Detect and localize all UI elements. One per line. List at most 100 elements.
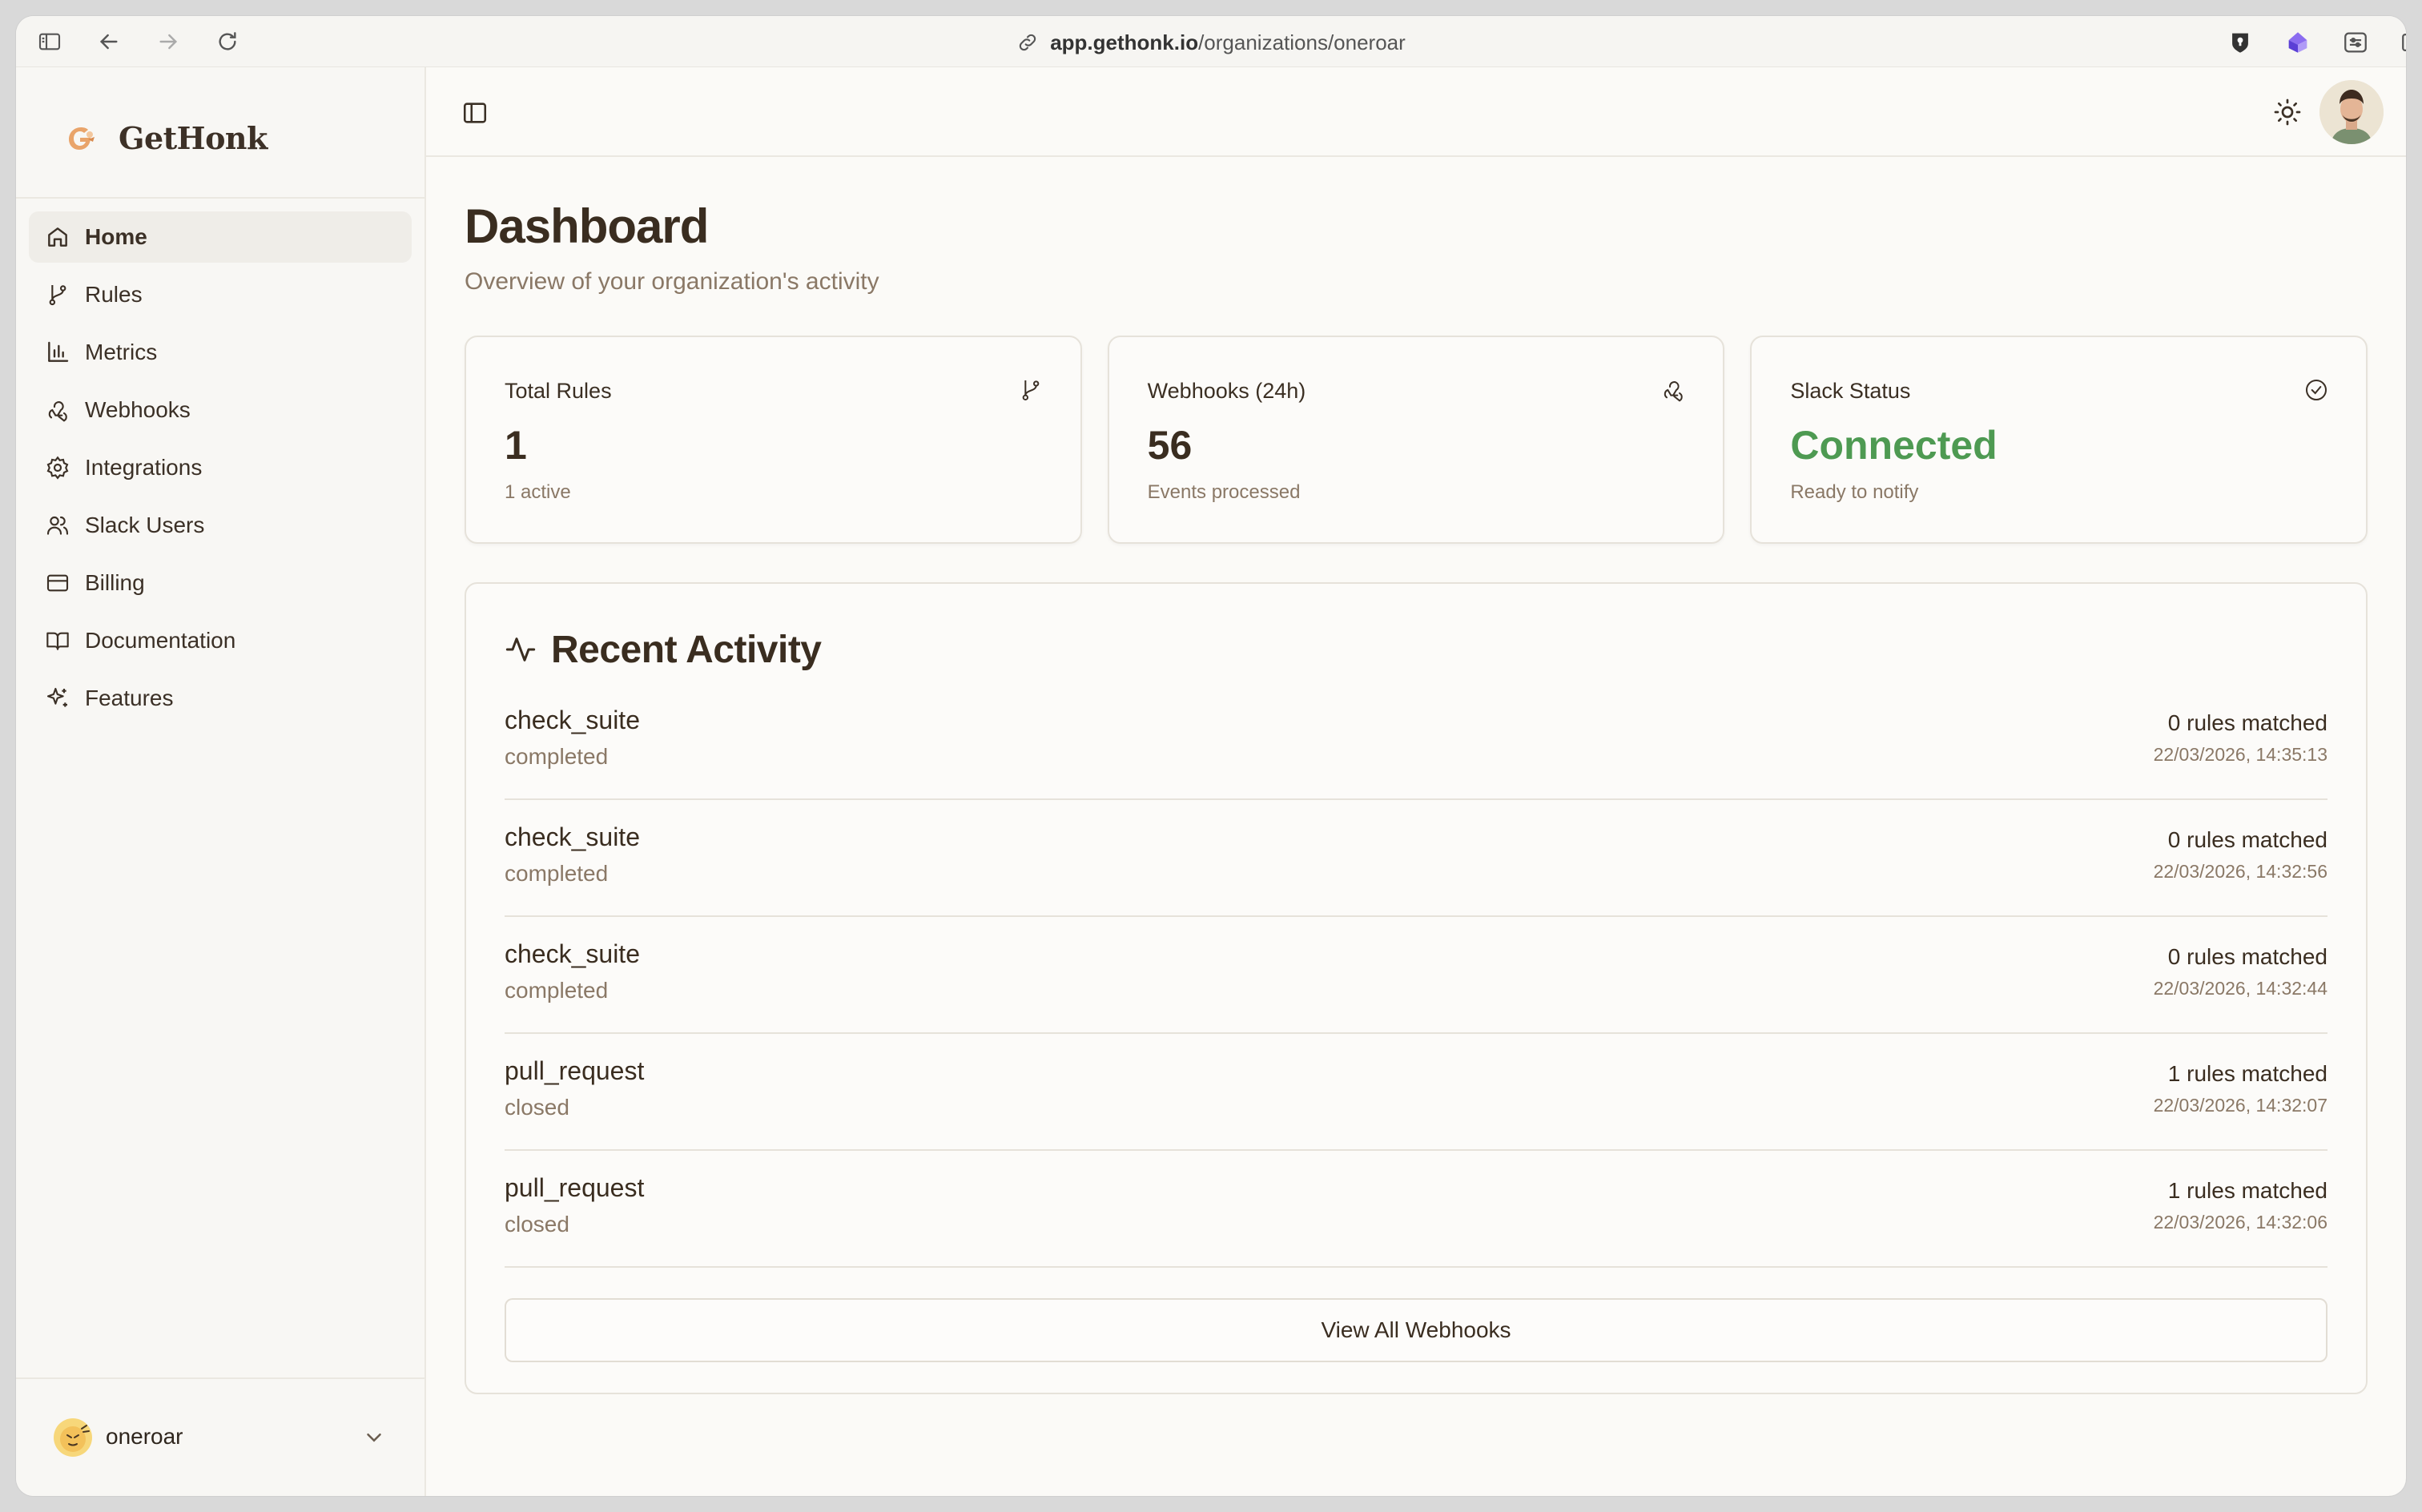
sidebar-item-documentation[interactable]: Documentation <box>29 615 412 666</box>
view-all-webhooks-button[interactable]: View All Webhooks <box>505 1298 2327 1362</box>
slack-status-value: Connected <box>1790 423 1998 468</box>
event-timestamp: 22/03/2026, 14:35:13 <box>2153 744 2327 765</box>
link-icon <box>1016 31 1039 59</box>
sidebar-item-label: Metrics <box>85 340 158 364</box>
sidebar: GetHonk Home Rules Metrics Webhooks Inte… <box>16 67 426 1496</box>
chevron-down-icon[interactable] <box>362 1426 386 1450</box>
gethonk-logo-icon <box>61 119 99 157</box>
sparkles-icon <box>45 686 70 711</box>
extension-icon[interactable] <box>2284 29 2311 56</box>
event-action: completed <box>505 978 609 1003</box>
stat-card-total-rules: Total Rules 1 1 active <box>465 336 1082 544</box>
sidebar-item-label: Home <box>85 224 147 249</box>
stat-card-slack-status: Slack Status Connected Ready to notify <box>1750 336 2368 544</box>
browser-toolbar: app.gethonk.io/organizations/oneroar <box>16 16 2406 67</box>
sidebar-item-metrics[interactable]: Metrics <box>29 327 412 378</box>
book-icon <box>45 628 70 653</box>
git-branch-icon <box>45 282 70 308</box>
sidebar-item-label: Slack Users <box>85 513 205 537</box>
webhook-icon <box>1660 377 1686 403</box>
url-path: /organizations/oneroar <box>1198 30 1406 54</box>
event-name: check_suite <box>505 939 640 968</box>
recent-activity-header: Recent Activity <box>505 616 2327 683</box>
event-action: completed <box>505 744 609 769</box>
event-timestamp: 22/03/2026, 14:32:06 <box>2153 1212 2327 1233</box>
sidebar-item-label: Documentation <box>85 628 236 653</box>
gear-icon <box>45 455 70 481</box>
event-timestamp: 22/03/2026, 14:32:56 <box>2153 861 2327 882</box>
recent-activity-title: Recent Activity <box>551 628 822 671</box>
sidebar-item-rules[interactable]: Rules <box>29 269 412 320</box>
event-name: pull_request <box>505 1056 645 1085</box>
stat-value: 56 <box>1147 423 1193 468</box>
stat-subtext: Events processed <box>1147 481 1301 503</box>
dashboard-content: Dashboard Overview of your organization'… <box>465 157 2368 1394</box>
org-avatar-icon <box>53 1418 93 1458</box>
stat-label: Total Rules <box>505 379 612 403</box>
url-host: app.gethonk.io <box>1050 30 1199 54</box>
top-bar <box>426 67 2406 157</box>
sidebar-item-billing[interactable]: Billing <box>29 557 412 609</box>
home-icon <box>45 224 70 250</box>
sidebar-item-label: Integrations <box>85 455 203 480</box>
stat-card-webhooks: Webhooks (24h) 56 Events processed <box>1107 336 1725 544</box>
main-area: Dashboard Overview of your organization'… <box>426 67 2406 1496</box>
sidebar-item-home[interactable]: Home <box>29 211 412 263</box>
users-icon <box>45 513 70 538</box>
activity-row[interactable]: check_suite completed 0 rules matched 22… <box>505 683 2327 800</box>
rules-matched: 1 rules matched <box>2167 1061 2327 1086</box>
sidebar-nav: Home Rules Metrics Webhooks Integrations… <box>16 199 424 743</box>
activity-pulse-icon <box>505 633 537 666</box>
sidebar-item-integrations[interactable]: Integrations <box>29 442 412 493</box>
recent-activity-panel: Recent Activity check_suite completed 0 … <box>465 582 2368 1394</box>
address-bar[interactable]: app.gethonk.io/organizations/oneroar <box>16 30 2406 59</box>
sidebar-item-slack-users[interactable]: Slack Users <box>29 500 412 551</box>
event-name: pull_request <box>505 1173 645 1202</box>
password-manager-icon[interactable] <box>2227 29 2254 56</box>
settings-sliders-icon[interactable] <box>2342 29 2369 56</box>
sidebar-item-label: Billing <box>85 570 145 595</box>
check-circle-icon <box>2303 377 2329 403</box>
event-name: check_suite <box>505 822 640 851</box>
page-subtitle: Overview of your organization's activity <box>465 268 879 295</box>
git-branch-icon <box>1018 377 1044 403</box>
brand-name[interactable]: GetHonk <box>119 120 268 156</box>
rules-matched: 1 rules matched <box>2167 1178 2327 1203</box>
user-avatar[interactable] <box>2319 80 2384 144</box>
theme-toggle-sun-icon[interactable] <box>2273 98 2302 127</box>
event-timestamp: 22/03/2026, 14:32:44 <box>2153 978 2327 999</box>
sidebar-item-label: Webhooks <box>85 397 191 422</box>
stat-label: Webhooks (24h) <box>1147 379 1306 403</box>
event-action: closed <box>505 1095 569 1120</box>
browser-window: app.gethonk.io/organizations/oneroar Get… <box>16 16 2406 1496</box>
credit-card-icon <box>45 570 70 596</box>
rules-matched: 0 rules matched <box>2167 827 2327 852</box>
rules-matched: 0 rules matched <box>2167 944 2327 969</box>
stat-subtext: 1 active <box>505 481 571 503</box>
event-action: closed <box>505 1212 569 1237</box>
sidebar-item-features[interactable]: Features <box>29 673 412 724</box>
bar-chart-icon <box>45 340 70 365</box>
split-view-icon[interactable] <box>2400 29 2406 56</box>
sidebar-item-webhooks[interactable]: Webhooks <box>29 384 412 436</box>
stat-cards: Total Rules 1 1 active Webhooks (24h) 56… <box>465 336 2368 544</box>
stat-label: Slack Status <box>1790 379 1911 403</box>
stat-subtext: Ready to notify <box>1790 481 1919 503</box>
activity-row[interactable]: check_suite completed 0 rules matched 22… <box>505 800 2327 917</box>
event-name: check_suite <box>505 706 640 734</box>
sidebar-item-label: Rules <box>85 282 143 307</box>
rules-matched: 0 rules matched <box>2167 710 2327 735</box>
sidebar-item-label: Features <box>85 686 174 710</box>
page-title: Dashboard <box>465 199 709 253</box>
brand-header: GetHonk <box>16 67 424 199</box>
activity-row[interactable]: check_suite completed 0 rules matched 22… <box>505 917 2327 1034</box>
event-timestamp: 22/03/2026, 14:32:07 <box>2153 1095 2327 1116</box>
org-name: oneroar <box>106 1424 183 1449</box>
org-switcher[interactable]: oneroar <box>16 1377 424 1496</box>
activity-row[interactable]: pull_request closed 1 rules matched 22/0… <box>505 1034 2327 1151</box>
event-action: completed <box>505 861 609 886</box>
activity-row[interactable]: pull_request closed 1 rules matched 22/0… <box>505 1151 2327 1268</box>
stat-value: 1 <box>505 423 527 468</box>
sidebar-collapse-icon[interactable] <box>461 99 489 127</box>
webhook-icon <box>45 397 70 423</box>
